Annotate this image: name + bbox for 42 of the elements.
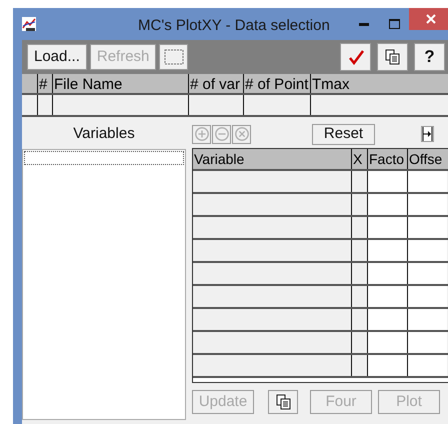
- column-header[interactable]: X: [353, 151, 362, 167]
- column-header[interactable]: # of var: [190, 76, 240, 93]
- confirm-button[interactable]: [340, 43, 371, 71]
- table-row[interactable]: [22, 95, 448, 117]
- column-header[interactable]: #: [39, 76, 48, 93]
- close-icon: [426, 14, 436, 24]
- plus-icon: [194, 126, 210, 142]
- table-row[interactable]: [193, 309, 448, 332]
- table-row[interactable]: [193, 171, 448, 194]
- minus-icon: [214, 126, 230, 142]
- maximize-icon: [388, 19, 400, 29]
- reset-button[interactable]: Reset: [312, 124, 375, 144]
- table-row[interactable]: [193, 355, 448, 378]
- close-button[interactable]: [409, 8, 448, 30]
- toolbar-button[interactable]: Load...: [27, 44, 87, 70]
- column-header[interactable]: Tmax: [312, 76, 350, 93]
- splitter-icon: [422, 127, 433, 141]
- frame-icon: [164, 49, 184, 65]
- copy-icon: [276, 394, 290, 410]
- column-header[interactable]: Facto: [369, 151, 404, 167]
- frame-button[interactable]: [159, 44, 188, 70]
- table-row[interactable]: [193, 217, 448, 240]
- column-header[interactable]: File Name: [54, 76, 122, 93]
- checkmark-icon: [348, 49, 364, 65]
- help-button[interactable]: ?: [414, 43, 445, 71]
- cross-icon: [234, 126, 250, 142]
- table-row[interactable]: [193, 240, 448, 263]
- table-row[interactable]: [193, 286, 448, 309]
- window-title: MC's PlotXY - Data selection: [138, 16, 330, 36]
- column-header[interactable]: # of Point: [245, 76, 308, 93]
- splitter-button[interactable]: [421, 126, 434, 142]
- table-row[interactable]: [193, 332, 448, 355]
- column-header[interactable]: Offse: [409, 151, 442, 167]
- table-row[interactable]: [193, 194, 448, 217]
- copy-button[interactable]: [268, 390, 298, 414]
- column-header[interactable]: Variable: [194, 151, 244, 167]
- chart-icon: [22, 17, 36, 31]
- copy-button[interactable]: [377, 43, 408, 71]
- minimize-icon: [359, 22, 369, 26]
- panel-label: Variables: [73, 124, 135, 144]
- table-row[interactable]: [193, 263, 448, 286]
- copy-icon: [385, 49, 400, 65]
